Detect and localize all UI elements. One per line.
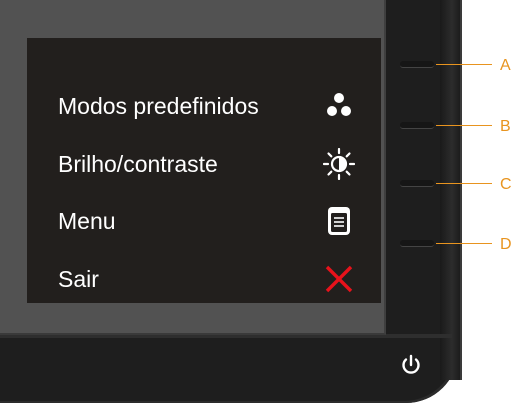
hardware-button-a[interactable] [400,61,434,68]
hardware-button-d[interactable] [400,240,434,247]
menu-item-label: Brilho/contraste [58,151,218,177]
menu-item-exit[interactable]: Sair [27,259,381,299]
menu-item-menu[interactable]: Menu [27,201,381,241]
menu-item-brightness-contrast[interactable]: Brilho/contraste [27,144,381,184]
brightness-contrast-icon [323,148,355,180]
callout-line-b [436,125,492,126]
callout-label-d: D [500,236,512,253]
callout-line-a [436,64,492,65]
menu-item-preset-modes[interactable]: Modos predefinidos [27,86,381,126]
callout-label-c: C [500,176,512,193]
preset-modes-icon [327,93,351,116]
callout-label-a: A [500,57,511,74]
menu-item-label: Modos predefinidos [58,93,259,119]
bezel-side-edge [440,0,462,380]
callout-label-b: B [500,118,511,135]
menu-item-label: Sair [58,266,99,292]
hardware-button-b[interactable] [400,122,434,129]
monitor-illustration: Modos predefinidos Brilho/contraste Menu… [0,0,516,406]
callout-line-c [436,183,492,184]
menu-icon [328,207,350,235]
callout-line-d [436,243,492,244]
menu-item-label: Menu [58,208,116,234]
hardware-button-c[interactable] [400,180,434,187]
power-icon [402,354,420,374]
close-icon [325,265,353,293]
power-button[interactable] [396,350,426,380]
osd-menu: Modos predefinidos Brilho/contraste Menu… [27,38,381,303]
monitor-screen: Modos predefinidos Brilho/contraste Menu… [0,0,386,335]
